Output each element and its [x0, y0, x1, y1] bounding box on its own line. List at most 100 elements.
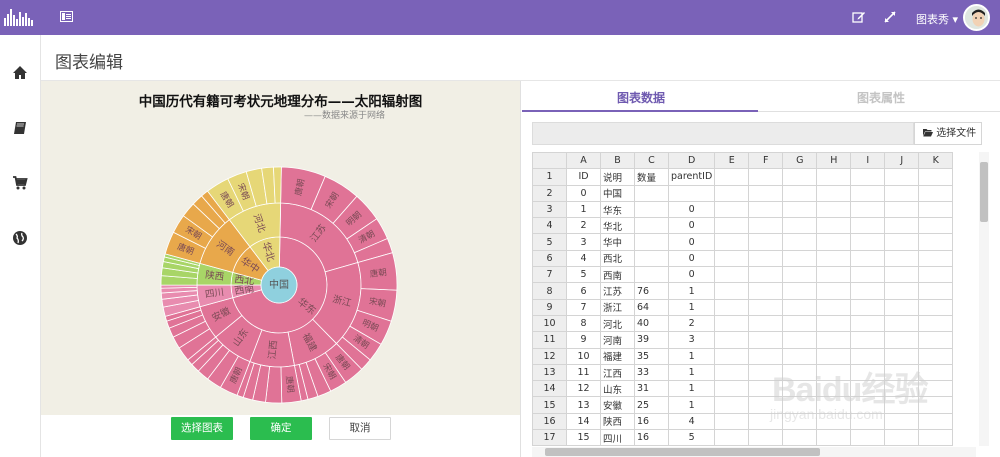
row-header[interactable]: 13: [532, 363, 567, 382]
row-header[interactable]: 5: [532, 233, 567, 251]
grid-cell[interactable]: [748, 168, 784, 186]
grid-cell[interactable]: 1: [566, 200, 601, 219]
confirm-button[interactable]: 确定: [250, 417, 312, 440]
grid-cell[interactable]: 16: [634, 412, 669, 431]
grid-cell[interactable]: [850, 168, 886, 186]
column-header[interactable]: F: [748, 152, 784, 170]
grid-cell[interactable]: 16: [634, 429, 669, 446]
grid-cell[interactable]: [918, 282, 954, 300]
row-header[interactable]: 14: [532, 380, 567, 398]
grid-cell[interactable]: 河北: [600, 314, 635, 333]
grid-cell[interactable]: 西北: [600, 249, 635, 268]
grid-cell[interactable]: [714, 396, 750, 414]
grid-cell[interactable]: 说明: [600, 168, 635, 186]
tab-chart-properties[interactable]: 图表属性: [857, 89, 905, 106]
grid-cell[interactable]: 江苏: [600, 282, 635, 300]
grid-corner-cell[interactable]: [532, 152, 567, 170]
grid-cell[interactable]: [748, 282, 784, 300]
grid-cell[interactable]: [714, 347, 750, 365]
row-header[interactable]: 7: [532, 266, 567, 284]
grid-cell[interactable]: [918, 249, 954, 268]
column-header[interactable]: E: [714, 152, 750, 170]
grid-cell[interactable]: [884, 266, 920, 284]
grid-cell[interactable]: 8: [566, 314, 601, 333]
grid-cell[interactable]: 10: [566, 347, 601, 365]
cancel-button[interactable]: 取消: [329, 417, 391, 440]
grid-cell[interactable]: 1: [667, 363, 716, 382]
grid-cell[interactable]: [714, 184, 750, 202]
column-header[interactable]: D: [667, 152, 716, 170]
grid-cell[interactable]: [782, 233, 818, 251]
grid-cell[interactable]: 14: [566, 412, 601, 431]
row-header[interactable]: 9: [532, 298, 567, 316]
grid-cell[interactable]: 西南: [600, 266, 635, 284]
grid-cell[interactable]: 33: [634, 363, 669, 382]
grid-cell[interactable]: 5: [566, 266, 601, 284]
row-header[interactable]: 15: [532, 396, 567, 414]
row-header[interactable]: 2: [532, 184, 567, 202]
grid-cell[interactable]: 0: [667, 233, 716, 251]
column-header[interactable]: G: [782, 152, 818, 170]
column-header[interactable]: B: [600, 152, 635, 170]
row-header[interactable]: 8: [532, 282, 567, 300]
grid-cell[interactable]: 25: [634, 396, 669, 414]
grid-cell[interactable]: [634, 217, 669, 235]
grid-cell[interactable]: [714, 282, 750, 300]
grid-cell[interactable]: [884, 184, 920, 202]
grid-cell[interactable]: [748, 314, 784, 333]
grid-cell[interactable]: [850, 314, 886, 333]
select-file-button[interactable]: 选择文件: [914, 122, 982, 145]
file-path-field[interactable]: [532, 122, 914, 145]
row-header[interactable]: 11: [532, 331, 567, 349]
grid-cell[interactable]: 1: [667, 282, 716, 300]
grid-cell[interactable]: [782, 298, 818, 316]
grid-cell[interactable]: 12: [566, 380, 601, 398]
row-header[interactable]: 12: [532, 347, 567, 365]
avatar[interactable]: [963, 4, 990, 31]
grid-cell[interactable]: [816, 184, 852, 202]
grid-cell[interactable]: [782, 168, 818, 186]
grid-cell[interactable]: [714, 168, 750, 186]
grid-cell[interactable]: 0: [566, 184, 601, 202]
grid-cell[interactable]: [816, 200, 852, 219]
grid-cell[interactable]: [782, 249, 818, 268]
grid-cell[interactable]: [748, 298, 784, 316]
grid-cell[interactable]: 1: [667, 298, 716, 316]
grid-cell[interactable]: [634, 233, 669, 251]
grid-cell[interactable]: [714, 249, 750, 268]
grid-cell[interactable]: [816, 282, 852, 300]
grid-cell[interactable]: 2: [667, 314, 716, 333]
grid-cell[interactable]: [634, 249, 669, 268]
grid-cell[interactable]: [714, 314, 750, 333]
grid-cell[interactable]: [918, 314, 954, 333]
row-header[interactable]: 17: [532, 429, 567, 446]
grid-cell[interactable]: [884, 217, 920, 235]
grid-cell[interactable]: 安徽: [600, 396, 635, 414]
grid-cell[interactable]: [748, 184, 784, 202]
grid-cell[interactable]: 0: [667, 200, 716, 219]
grid-cell[interactable]: [748, 200, 784, 219]
grid-cell[interactable]: [850, 249, 886, 268]
grid-cell[interactable]: [714, 266, 750, 284]
grid-cell[interactable]: [782, 266, 818, 284]
column-header[interactable]: H: [816, 152, 852, 170]
grid-cell[interactable]: 1: [667, 380, 716, 398]
grid-cell[interactable]: [782, 184, 818, 202]
grid-cell[interactable]: 7: [566, 298, 601, 316]
grid-cell[interactable]: [850, 233, 886, 251]
grid-cell[interactable]: [884, 314, 920, 333]
grid-cell[interactable]: [884, 200, 920, 219]
grid-cell[interactable]: 四川: [600, 429, 635, 446]
grid-cell[interactable]: 15: [566, 429, 601, 446]
grid-cell[interactable]: [714, 298, 750, 316]
sunburst-chart[interactable]: 华东江苏唐朝宋朝明朝清朝浙江唐朝宋朝明朝清朝福建唐朝宋朝江西唐朝山东唐朝安徽西南…: [159, 165, 399, 405]
grid-cell[interactable]: [782, 282, 818, 300]
grid-cell[interactable]: [850, 184, 886, 202]
grid-cell[interactable]: 3: [566, 233, 601, 251]
grid-cell[interactable]: [714, 380, 750, 398]
grid-cell[interactable]: [816, 314, 852, 333]
grid-cell[interactable]: 1: [667, 347, 716, 365]
grid-cell[interactable]: 0: [667, 249, 716, 268]
grid-cell[interactable]: 数量: [634, 168, 669, 186]
column-header[interactable]: J: [884, 152, 920, 170]
